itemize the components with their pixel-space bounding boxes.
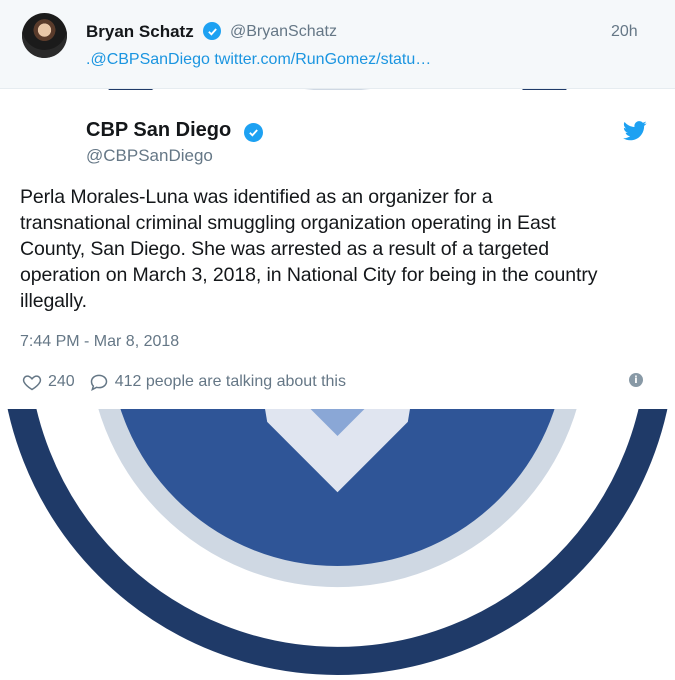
avatar[interactable] — [22, 13, 67, 58]
mention-link[interactable]: .@CBPSanDiego — [86, 51, 210, 68]
reply-author-handle[interactable]: @BryanSchatz — [230, 23, 337, 41]
reply-text: .@CBPSanDiego twitter.com/RunGomez/statu… — [86, 51, 431, 69]
talking-about-text[interactable]: 412 people are talking about this — [115, 373, 346, 391]
reply-author-name[interactable]: Bryan Schatz — [86, 22, 194, 42]
tweet-text-line: operation on March 3, 2018, in National … — [20, 264, 598, 286]
tweet-text-line: illegally. — [20, 290, 87, 312]
twitter-bird-icon[interactable] — [623, 121, 647, 141]
tweet-text-line: County, San Diego. She was arrested as a… — [20, 238, 550, 260]
reply-tweet: Bryan Schatz @BryanSchatz 20h .@CBPSanDi… — [0, 0, 675, 89]
reply-time[interactable]: 20h — [611, 23, 638, 41]
speech-bubble-icon[interactable] — [89, 372, 109, 392]
tweet-text-line: transnational criminal smuggling organiz… — [20, 212, 556, 234]
heart-icon[interactable] — [22, 372, 42, 392]
tweet-text: Perla Morales-Luna was identified as an … — [20, 184, 660, 314]
status-link[interactable]: twitter.com/RunGomez/statu… — [214, 51, 431, 68]
tweet-timestamp[interactable]: 7:44 PM - Mar 8, 2018 — [20, 333, 179, 351]
tweet-text-line: Perla Morales-Luna was identified as an … — [20, 186, 493, 208]
tweet-author-name[interactable]: CBP San Diego — [86, 119, 231, 142]
like-count[interactable]: 240 — [48, 373, 75, 391]
verified-badge-icon — [203, 22, 221, 40]
verified-badge-icon — [244, 123, 263, 142]
info-icon[interactable]: i — [629, 373, 643, 387]
tweet-actions: 240 412 people are talking about this — [22, 370, 346, 394]
tweet-author-handle[interactable]: @CBPSanDiego — [86, 146, 213, 166]
